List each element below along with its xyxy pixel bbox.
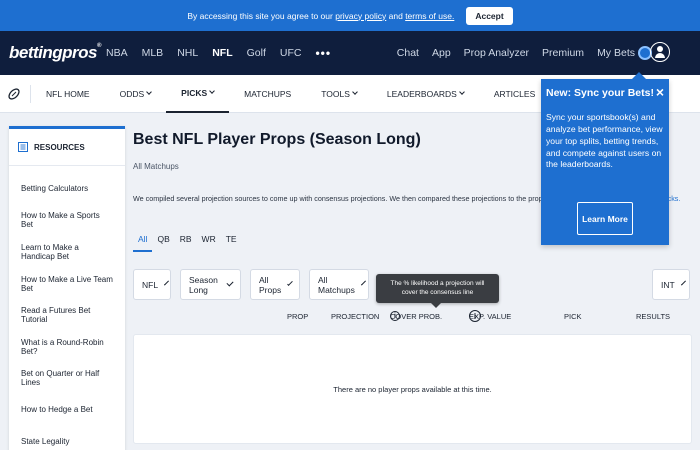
tab-wr[interactable]: WR bbox=[197, 234, 221, 252]
sport-link-nhl[interactable]: NHL bbox=[170, 47, 205, 59]
cookie-text: By accessing this site you agree to our … bbox=[187, 10, 455, 21]
subnav-item-odds[interactable]: ODDS bbox=[105, 75, 167, 113]
tab-all[interactable]: All bbox=[133, 234, 153, 252]
chevron-down-icon bbox=[209, 88, 215, 94]
subnav-item-tools[interactable]: TOOLS bbox=[306, 75, 372, 113]
odds-format-select[interactable]: INT bbox=[652, 269, 690, 300]
sports-nav: NBA MLB NHL NFL Golf UFC ••• bbox=[99, 46, 338, 60]
sport-link-nfl[interactable]: NFL bbox=[205, 47, 239, 59]
empty-state-message: There are no player props available at t… bbox=[333, 384, 492, 394]
user-avatar-icon[interactable] bbox=[650, 42, 670, 62]
tab-qb[interactable]: QB bbox=[152, 234, 174, 252]
cover-prob-tooltip: The % likelihood a projection will cover… bbox=[376, 274, 499, 308]
page-title: Best NFL Player Props (Season Long) bbox=[133, 131, 421, 148]
sidebar-item-what-is-a-round-robin-bet[interactable]: What is a Round-Robin Bet? bbox=[9, 331, 125, 363]
sport-link-golf[interactable]: Golf bbox=[240, 47, 273, 59]
page-subtitle: All Matchups bbox=[133, 162, 179, 171]
position-tabs: All QB RB WR TE bbox=[133, 234, 242, 252]
sidebar-item-bet-on-quarter-or-half-lines[interactable]: Bet on Quarter or Half Lines bbox=[9, 363, 125, 395]
list-icon bbox=[18, 142, 28, 152]
header-link-premium[interactable]: Premium bbox=[542, 47, 584, 59]
close-icon[interactable]: × bbox=[656, 84, 664, 100]
tab-rb[interactable]: RB bbox=[175, 234, 197, 252]
props-select[interactable]: All Props bbox=[250, 269, 300, 300]
accept-cookies-button[interactable]: Accept bbox=[466, 6, 513, 25]
resources-heading: RESOURCES bbox=[9, 129, 125, 166]
sport-link-ufc[interactable]: UFC bbox=[273, 47, 309, 59]
subnav-item-matchups[interactable]: MATCHUPS bbox=[229, 75, 306, 113]
subnav-item-nfl-home[interactable]: NFL HOME bbox=[31, 75, 105, 113]
period-select[interactable]: Season Long bbox=[180, 269, 241, 300]
chevron-down-icon bbox=[146, 89, 153, 95]
props-table-body: There are no player props available at t… bbox=[133, 334, 692, 444]
filter-bar: NFL Season Long All Props All Matchups bbox=[133, 269, 369, 300]
league-select[interactable]: NFL bbox=[133, 269, 171, 300]
resources-list: Betting Calculators How to Make a Sports … bbox=[9, 166, 125, 450]
cookie-consent-bar: By accessing this site you agree to our … bbox=[0, 0, 700, 31]
popover-title: New: Sync your Bets! bbox=[546, 87, 654, 99]
chevron-down-icon bbox=[352, 89, 358, 95]
learn-more-button[interactable]: Learn More bbox=[577, 202, 633, 235]
privacy-policy-link[interactable]: privacy policy bbox=[335, 11, 386, 21]
resources-sidebar: RESOURCES Betting Calculators How to Make… bbox=[9, 126, 125, 450]
more-sports-icon[interactable]: ••• bbox=[308, 46, 338, 60]
sidebar-item-learn-to-make-a-handicap-bet[interactable]: Learn to Make a Handicap Bet bbox=[9, 236, 125, 268]
subnav-item-picks[interactable]: PICKS bbox=[166, 75, 230, 113]
header-right-links: Chat App Prop Analyzer Premium My Bets bbox=[397, 46, 672, 60]
header-link-chat[interactable]: Chat bbox=[397, 47, 419, 59]
subnav-item-leaderboards[interactable]: LEADERBOARDS bbox=[372, 75, 479, 113]
sidebar-item-how-to-make-a-live-team-bet[interactable]: How to Make a Live Team Bet bbox=[9, 268, 125, 300]
sidebar-item-how-to-hedge-a-bet[interactable]: How to Hedge a Bet bbox=[9, 394, 125, 426]
bettingpros-logo[interactable]: bettingpros® bbox=[9, 43, 101, 63]
chevron-down-icon bbox=[287, 280, 293, 286]
sidebar-item-how-to-make-a-sports-bet[interactable]: How to Make a Sports Bet bbox=[9, 205, 125, 237]
sidebar-item-state-legality[interactable]: State Legality bbox=[9, 426, 125, 450]
tab-te[interactable]: TE bbox=[221, 234, 242, 252]
sport-link-mlb[interactable]: MLB bbox=[135, 47, 171, 59]
sport-link-nba[interactable]: NBA bbox=[99, 47, 135, 59]
page-description: We compiled several projection sources t… bbox=[133, 194, 553, 203]
info-icon[interactable]: i bbox=[390, 311, 400, 321]
sidebar-item-read-a-futures-bet-tutorial[interactable]: Read a Futures Bet Tutorial bbox=[9, 299, 125, 331]
chevron-down-icon bbox=[226, 279, 234, 287]
info-icon[interactable]: i bbox=[469, 310, 481, 322]
matchups-select[interactable]: All Matchups bbox=[309, 269, 369, 300]
chevron-down-icon bbox=[458, 89, 465, 95]
header-link-my-bets[interactable]: My Bets bbox=[597, 46, 652, 60]
subnav-item-articles[interactable]: ARTICLES bbox=[479, 75, 550, 113]
chevron-down-icon bbox=[680, 280, 686, 286]
terms-of-use-link[interactable]: terms of use. bbox=[405, 11, 454, 21]
football-icon bbox=[8, 87, 20, 100]
top-navigation: bettingpros® NBA MLB NHL NFL Golf UFC ••• Chat… bbox=[0, 31, 700, 75]
sidebar-item-betting-calculators[interactable]: Betting Calculators bbox=[9, 173, 125, 205]
popover-body: Sync your sportsbook(s) and analyze bet … bbox=[546, 112, 663, 170]
header-link-prop-analyzer[interactable]: Prop Analyzer bbox=[464, 47, 529, 59]
chevron-down-icon bbox=[164, 280, 170, 286]
header-link-app[interactable]: App bbox=[432, 47, 451, 59]
sync-bets-popover: New: Sync your Bets! × Sync your sportsb… bbox=[541, 72, 669, 245]
table-header: PROP PROJECTION COVER PROB. i EXP. VALUE i… bbox=[287, 310, 671, 322]
chevron-down-icon bbox=[360, 280, 366, 286]
